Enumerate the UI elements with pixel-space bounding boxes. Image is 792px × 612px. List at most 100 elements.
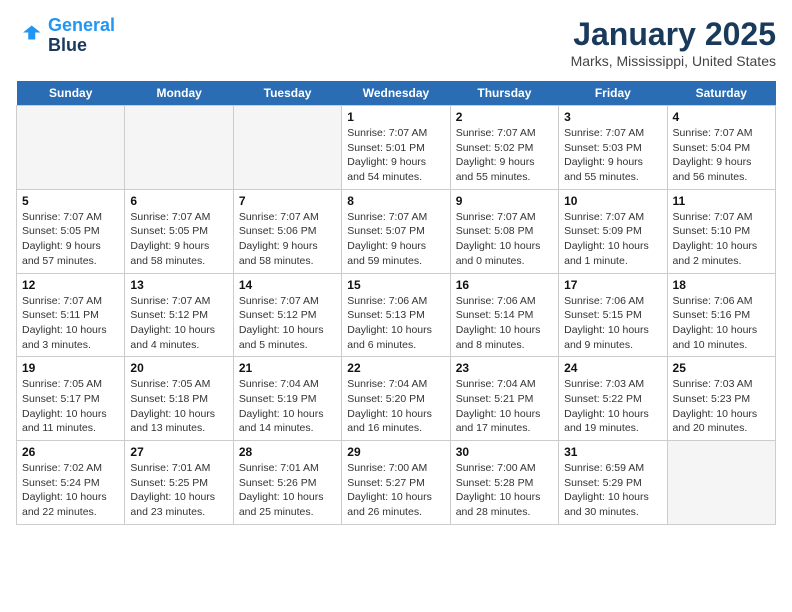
day-cell	[125, 106, 233, 190]
day-info: Sunrise: 7:01 AMSunset: 5:26 PMDaylight:…	[239, 461, 336, 520]
day-info: Sunrise: 7:07 AMSunset: 5:05 PMDaylight:…	[130, 210, 227, 269]
day-info: Sunrise: 7:04 AMSunset: 5:21 PMDaylight:…	[456, 377, 553, 436]
day-number: 17	[564, 278, 661, 292]
weekday-header-tuesday: Tuesday	[233, 81, 341, 106]
day-cell: 24Sunrise: 7:03 AMSunset: 5:22 PMDayligh…	[559, 357, 667, 441]
day-info: Sunrise: 7:07 AMSunset: 5:09 PMDaylight:…	[564, 210, 661, 269]
day-cell: 15 Sunrise: 7:06 AMSunset: 5:13 PMDayligh…	[342, 273, 450, 357]
week-row-2: 5 Sunrise: 7:07 AMSunset: 5:05 PMDaylight…	[17, 189, 776, 273]
day-cell	[667, 441, 775, 525]
week-row-5: 26Sunrise: 7:02 AMSunset: 5:24 PMDayligh…	[17, 441, 776, 525]
day-number: 12	[22, 278, 119, 292]
day-cell	[17, 106, 125, 190]
day-info: Sunrise: 7:07 AMSunset: 5:11 PMDaylight:…	[22, 294, 119, 353]
day-number: 28	[239, 445, 336, 459]
week-row-4: 19 Sunrise: 7:05 AMSunset: 5:17 PMDayligh…	[17, 357, 776, 441]
day-cell: 27 Sunrise: 7:01 AMSunset: 5:25 PMDayligh…	[125, 441, 233, 525]
week-row-1: 1Sunrise: 7:07 AMSunset: 5:01 PMDaylight…	[17, 106, 776, 190]
day-number: 18	[673, 278, 770, 292]
day-number: 6	[130, 194, 227, 208]
logo-icon	[16, 22, 44, 50]
day-cell: 10 Sunrise: 7:07 AMSunset: 5:09 PMDayligh…	[559, 189, 667, 273]
month-title: January 2025	[571, 16, 776, 53]
day-info: Sunrise: 7:07 AMSunset: 5:04 PMDaylight:…	[673, 126, 770, 185]
day-info: Sunrise: 7:01 AMSunset: 5:25 PMDaylight:…	[130, 461, 227, 520]
weekday-header-thursday: Thursday	[450, 81, 558, 106]
day-info: Sunrise: 7:05 AMSunset: 5:17 PMDaylight:…	[22, 377, 119, 436]
day-info: Sunrise: 7:05 AMSunset: 5:18 PMDaylight:…	[130, 377, 227, 436]
day-number: 31	[564, 445, 661, 459]
day-info: Sunrise: 7:07 AMSunset: 5:03 PMDaylight:…	[564, 126, 661, 185]
day-number: 20	[130, 361, 227, 375]
day-number: 3	[564, 110, 661, 124]
day-info: Sunrise: 7:04 AMSunset: 5:20 PMDaylight:…	[347, 377, 444, 436]
day-info: Sunrise: 6:59 AMSunset: 5:29 PMDaylight:…	[564, 461, 661, 520]
day-number: 21	[239, 361, 336, 375]
day-cell: 14 Sunrise: 7:07 AMSunset: 5:12 PMDayligh…	[233, 273, 341, 357]
day-info: Sunrise: 7:07 AMSunset: 5:01 PMDaylight:…	[347, 126, 444, 185]
day-number: 29	[347, 445, 444, 459]
day-cell: 25Sunrise: 7:03 AMSunset: 5:23 PMDayligh…	[667, 357, 775, 441]
day-info: Sunrise: 7:07 AMSunset: 5:06 PMDaylight:…	[239, 210, 336, 269]
weekday-header-monday: Monday	[125, 81, 233, 106]
day-cell: 18Sunrise: 7:06 AMSunset: 5:16 PMDayligh…	[667, 273, 775, 357]
day-cell: 20 Sunrise: 7:05 AMSunset: 5:18 PMDayligh…	[125, 357, 233, 441]
day-number: 24	[564, 361, 661, 375]
day-number: 15	[347, 278, 444, 292]
day-cell: 6 Sunrise: 7:07 AMSunset: 5:05 PMDaylight…	[125, 189, 233, 273]
day-number: 22	[347, 361, 444, 375]
day-cell: 23 Sunrise: 7:04 AMSunset: 5:21 PMDayligh…	[450, 357, 558, 441]
day-number: 16	[456, 278, 553, 292]
day-info: Sunrise: 7:06 AMSunset: 5:14 PMDaylight:…	[456, 294, 553, 353]
day-info: Sunrise: 7:07 AMSunset: 5:12 PMDaylight:…	[130, 294, 227, 353]
day-number: 10	[564, 194, 661, 208]
day-info: Sunrise: 7:03 AMSunset: 5:23 PMDaylight:…	[673, 377, 770, 436]
day-cell: 19 Sunrise: 7:05 AMSunset: 5:17 PMDayligh…	[17, 357, 125, 441]
day-info: Sunrise: 7:00 AMSunset: 5:28 PMDaylight:…	[456, 461, 553, 520]
day-cell: 12 Sunrise: 7:07 AMSunset: 5:11 PMDayligh…	[17, 273, 125, 357]
day-cell: 17Sunrise: 7:06 AMSunset: 5:15 PMDayligh…	[559, 273, 667, 357]
day-info: Sunrise: 7:07 AMSunset: 5:02 PMDaylight:…	[456, 126, 553, 185]
day-info: Sunrise: 7:07 AMSunset: 5:10 PMDaylight:…	[673, 210, 770, 269]
weekday-header-sunday: Sunday	[17, 81, 125, 106]
day-number: 11	[673, 194, 770, 208]
day-cell: 21 Sunrise: 7:04 AMSunset: 5:19 PMDayligh…	[233, 357, 341, 441]
week-row-3: 12 Sunrise: 7:07 AMSunset: 5:11 PMDayligh…	[17, 273, 776, 357]
day-info: Sunrise: 7:07 AMSunset: 5:12 PMDaylight:…	[239, 294, 336, 353]
day-info: Sunrise: 7:07 AMSunset: 5:07 PMDaylight:…	[347, 210, 444, 269]
logo-text: GeneralBlue	[48, 16, 115, 56]
day-info: Sunrise: 7:07 AMSunset: 5:05 PMDaylight:…	[22, 210, 119, 269]
weekday-header-row: SundayMondayTuesdayWednesdayThursdayFrid…	[17, 81, 776, 106]
day-info: Sunrise: 7:06 AMSunset: 5:13 PMDaylight:…	[347, 294, 444, 353]
day-number: 9	[456, 194, 553, 208]
day-cell	[233, 106, 341, 190]
day-cell: 28 Sunrise: 7:01 AMSunset: 5:26 PMDayligh…	[233, 441, 341, 525]
title-area: January 2025 Marks, Mississippi, United …	[571, 16, 776, 69]
logo: GeneralBlue	[16, 16, 115, 56]
day-number: 13	[130, 278, 227, 292]
day-info: Sunrise: 7:07 AMSunset: 5:08 PMDaylight:…	[456, 210, 553, 269]
day-number: 26	[22, 445, 119, 459]
day-info: Sunrise: 7:04 AMSunset: 5:19 PMDaylight:…	[239, 377, 336, 436]
day-cell: 5 Sunrise: 7:07 AMSunset: 5:05 PMDaylight…	[17, 189, 125, 273]
calendar-table: SundayMondayTuesdayWednesdayThursdayFrid…	[16, 81, 776, 525]
day-number: 23	[456, 361, 553, 375]
day-cell: 1Sunrise: 7:07 AMSunset: 5:01 PMDaylight…	[342, 106, 450, 190]
day-cell: 4 Sunrise: 7:07 AMSunset: 5:04 PMDaylight…	[667, 106, 775, 190]
weekday-header-friday: Friday	[559, 81, 667, 106]
day-number: 19	[22, 361, 119, 375]
day-cell: 26Sunrise: 7:02 AMSunset: 5:24 PMDayligh…	[17, 441, 125, 525]
day-cell: 3 Sunrise: 7:07 AMSunset: 5:03 PMDaylight…	[559, 106, 667, 190]
day-cell: 7Sunrise: 7:07 AMSunset: 5:06 PMDaylight…	[233, 189, 341, 273]
page-header: GeneralBlue January 2025 Marks, Mississi…	[16, 16, 776, 69]
day-cell: 9 Sunrise: 7:07 AMSunset: 5:08 PMDaylight…	[450, 189, 558, 273]
day-number: 2	[456, 110, 553, 124]
day-cell: 31 Sunrise: 6:59 AMSunset: 5:29 PMDayligh…	[559, 441, 667, 525]
day-number: 5	[22, 194, 119, 208]
weekday-header-saturday: Saturday	[667, 81, 775, 106]
day-number: 4	[673, 110, 770, 124]
day-number: 14	[239, 278, 336, 292]
day-cell: 8Sunrise: 7:07 AMSunset: 5:07 PMDaylight…	[342, 189, 450, 273]
day-number: 27	[130, 445, 227, 459]
day-number: 30	[456, 445, 553, 459]
